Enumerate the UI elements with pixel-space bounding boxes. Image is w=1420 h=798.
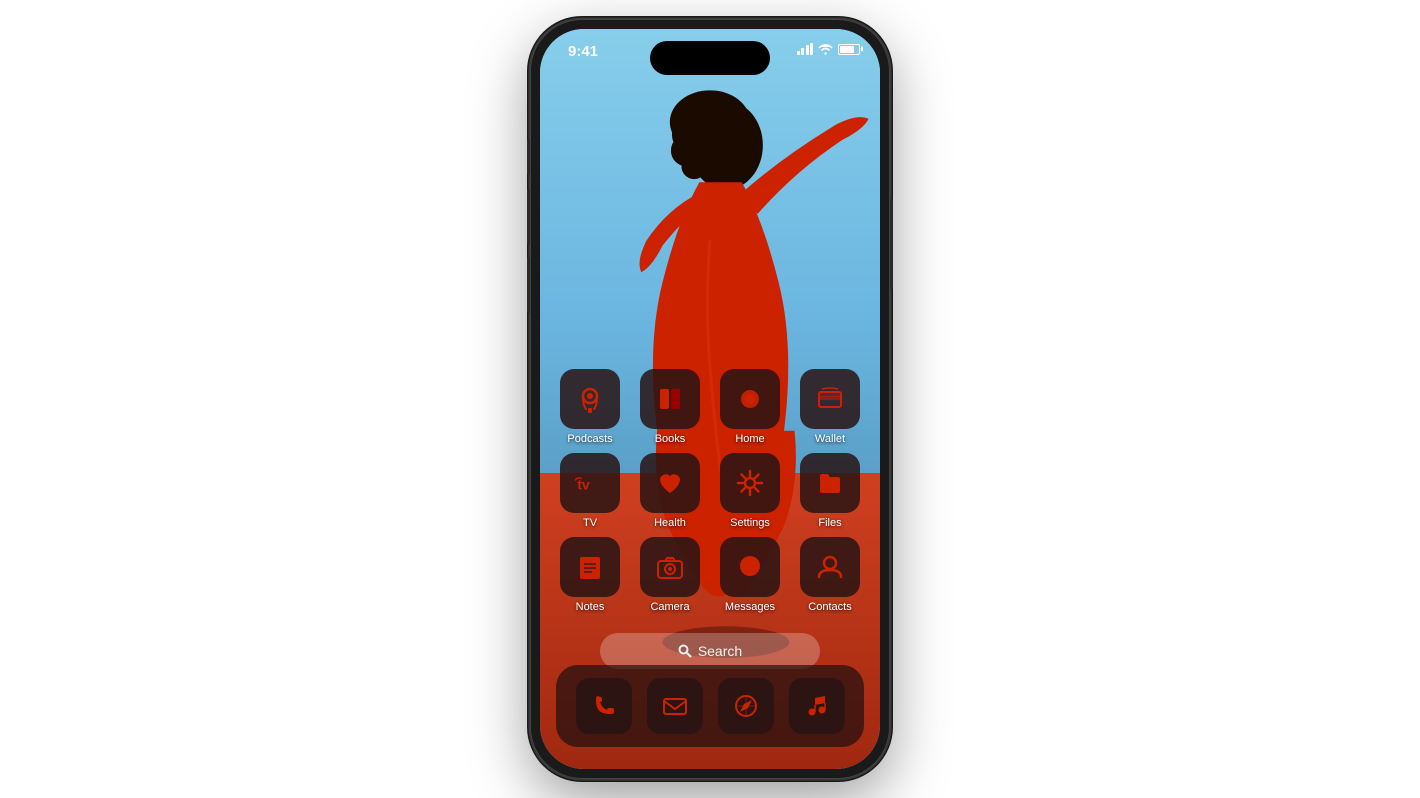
messages-icon[interactable] — [720, 537, 780, 597]
mute-button[interactable] — [527, 139, 530, 175]
contacts-icon[interactable] — [800, 537, 860, 597]
dock-music[interactable] — [789, 678, 845, 734]
signal-icon — [797, 43, 814, 55]
home-icon[interactable] — [720, 369, 780, 429]
camera-icon[interactable] — [640, 537, 700, 597]
messages-label: Messages — [725, 601, 775, 613]
dock-mail-icon[interactable] — [647, 678, 703, 734]
tv-label: TV — [583, 517, 597, 529]
app-podcasts[interactable]: Podcasts — [556, 369, 624, 445]
dock-mail[interactable] — [647, 678, 703, 734]
wallet-label: Wallet — [815, 433, 845, 445]
settings-label: Settings — [730, 517, 770, 529]
battery-fill — [840, 46, 854, 53]
dock-safari[interactable] — [718, 678, 774, 734]
files-icon[interactable] — [800, 453, 860, 513]
notes-label: Notes — [576, 601, 605, 613]
volume-up-button[interactable] — [527, 189, 530, 245]
battery-icon — [838, 44, 860, 55]
books-label: Books — [655, 433, 686, 445]
app-settings[interactable]: Settings — [716, 453, 784, 529]
app-row-1: Podcasts Books — [556, 369, 864, 445]
dock — [556, 665, 864, 747]
dynamic-island — [650, 41, 770, 75]
phone-screen: 9:41 — [540, 29, 880, 769]
search-icon — [678, 644, 692, 658]
files-label: Files — [818, 517, 841, 529]
settings-icon[interactable] — [720, 453, 780, 513]
app-tv[interactable]: tv TV — [556, 453, 624, 529]
app-row-2: tv TV Health — [556, 453, 864, 529]
volume-down-button[interactable] — [527, 257, 530, 313]
phone-device: 9:41 — [530, 19, 890, 779]
app-messages[interactable]: Messages — [716, 537, 784, 613]
wallet-icon[interactable] — [800, 369, 860, 429]
app-wallet[interactable]: Wallet — [796, 369, 864, 445]
app-files[interactable]: Files — [796, 453, 864, 529]
search-bar[interactable]: Search — [600, 633, 820, 669]
dock-phone[interactable] — [576, 678, 632, 734]
app-grid: Podcasts Books — [540, 369, 880, 621]
contacts-label: Contacts — [808, 601, 851, 613]
health-label: Health — [654, 517, 686, 529]
app-row-3: Notes Camera — [556, 537, 864, 613]
app-contacts[interactable]: Contacts — [796, 537, 864, 613]
podcasts-label: Podcasts — [567, 433, 612, 445]
home-label: Home — [735, 433, 764, 445]
notes-icon[interactable] — [560, 537, 620, 597]
app-health[interactable]: Health — [636, 453, 704, 529]
app-notes[interactable]: Notes — [556, 537, 624, 613]
health-icon[interactable] — [640, 453, 700, 513]
tv-icon[interactable]: tv — [560, 453, 620, 513]
wifi-icon — [818, 43, 833, 55]
svg-text:tv: tv — [577, 476, 590, 492]
app-home[interactable]: Home — [716, 369, 784, 445]
podcasts-icon[interactable] — [560, 369, 620, 429]
books-icon[interactable] — [640, 369, 700, 429]
camera-label: Camera — [650, 601, 689, 613]
dock-safari-icon[interactable] — [718, 678, 774, 734]
app-camera[interactable]: Camera — [636, 537, 704, 613]
power-button[interactable] — [890, 199, 893, 289]
status-icons — [797, 43, 861, 55]
app-books[interactable]: Books — [636, 369, 704, 445]
dock-music-icon[interactable] — [789, 678, 845, 734]
search-label: Search — [698, 643, 742, 659]
dock-phone-icon[interactable] — [576, 678, 632, 734]
